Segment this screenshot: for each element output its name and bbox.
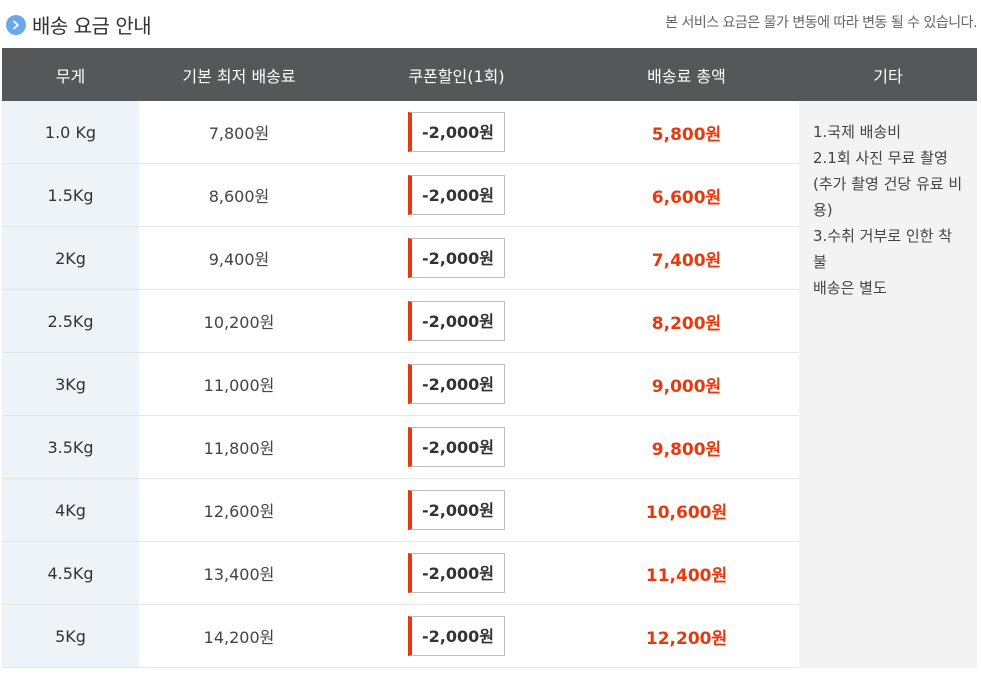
base-fee-cell: 7,800원 [139, 101, 339, 164]
column-header-total: 배송료 총액 [574, 48, 799, 101]
base-fee-cell: 9,400원 [139, 226, 339, 290]
weight-cell: 1.0 Kg [2, 101, 139, 164]
column-header-etc: 기타 [799, 48, 977, 101]
base-fee-cell: 8,600원 [139, 163, 339, 227]
title-group: 배송 요금 안내 [6, 10, 152, 39]
page-title: 배송 요금 안내 [32, 14, 152, 38]
base-fee-cell: 12,600원 [139, 478, 339, 542]
coupon-discount-badge: -2,000원 [408, 364, 505, 404]
section-header: 배송 요금 안내 본 서비스 요금은 물가 변동에 따라 변동 될 수 있습니다… [0, 0, 981, 48]
coupon-cell: -2,000원 [339, 604, 574, 668]
chevron-right-circle-icon [6, 14, 26, 35]
coupon-cell: -2,000원 [339, 352, 574, 416]
base-fee-cell: 13,400원 [139, 541, 339, 605]
etc-note-line: 2.1회 사진 무료 촬영 [813, 149, 948, 167]
weight-cell: 3Kg [2, 352, 139, 416]
weight-cell: 4Kg [2, 478, 139, 542]
table-row: 1.0 Kg 7,800원 -2,000원 5,800원 1.국제 배송비 2.… [2, 101, 977, 668]
weight-cell: 2Kg [2, 226, 139, 290]
weight-cell: 2.5Kg [2, 289, 139, 353]
etc-note-line: 용) [813, 201, 833, 219]
coupon-discount-badge: -2,000원 [408, 427, 505, 467]
etc-note-line: (추가 촬영 건당 유료 비 [813, 175, 963, 193]
coupon-cell: -2,000원 [339, 415, 574, 479]
column-header-coupon: 쿠폰할인(1회) [339, 48, 574, 101]
total-fee-cell: 9,000원 [574, 352, 799, 416]
coupon-cell: -2,000원 [339, 163, 574, 227]
coupon-cell: -2,000원 [339, 226, 574, 290]
shipping-fee-table: 무게 기본 최저 배송료 쿠폰할인(1회) 배송료 총액 기타 1.0 Kg 7… [2, 48, 977, 668]
column-header-base-fee: 기본 최저 배송료 [139, 48, 339, 101]
total-fee-cell: 8,200원 [574, 289, 799, 353]
etc-note-line: 3.수취 거부로 인한 착불 [813, 227, 953, 271]
coupon-discount-badge: -2,000원 [408, 616, 505, 656]
coupon-cell: -2,000원 [339, 289, 574, 353]
etc-note-line: 1.국제 배송비 [813, 123, 902, 141]
coupon-discount-badge: -2,000원 [408, 490, 505, 530]
total-fee-cell: 9,800원 [574, 415, 799, 479]
etc-notes-cell: 1.국제 배송비 2.1회 사진 무료 촬영 (추가 촬영 건당 유료 비 용)… [799, 101, 977, 668]
coupon-discount-badge: -2,000원 [408, 175, 505, 215]
weight-cell: 1.5Kg [2, 163, 139, 227]
base-fee-cell: 14,200원 [139, 604, 339, 668]
base-fee-cell: 11,800원 [139, 415, 339, 479]
coupon-discount-badge: -2,000원 [408, 553, 505, 593]
column-header-weight: 무게 [2, 48, 139, 101]
coupon-cell: -2,000원 [339, 101, 574, 164]
weight-cell: 4.5Kg [2, 541, 139, 605]
base-fee-cell: 10,200원 [139, 289, 339, 353]
table-header-row: 무게 기본 최저 배송료 쿠폰할인(1회) 배송료 총액 기타 [2, 48, 977, 101]
etc-note-line: 배송은 별도 [813, 279, 887, 297]
total-fee-cell: 10,600원 [574, 478, 799, 542]
base-fee-cell: 11,000원 [139, 352, 339, 416]
coupon-discount-badge: -2,000원 [408, 301, 505, 341]
coupon-discount-badge: -2,000원 [408, 112, 505, 152]
total-fee-cell: 7,400원 [574, 226, 799, 290]
total-fee-cell: 12,200원 [574, 604, 799, 668]
coupon-cell: -2,000원 [339, 541, 574, 605]
price-notice: 본 서비스 요금은 물가 변동에 따라 변동 될 수 있습니다. [665, 15, 977, 31]
coupon-discount-badge: -2,000원 [408, 238, 505, 278]
total-fee-cell: 11,400원 [574, 541, 799, 605]
total-fee-cell: 5,800원 [574, 101, 799, 164]
coupon-cell: -2,000원 [339, 478, 574, 542]
weight-cell: 5Kg [2, 604, 139, 668]
total-fee-cell: 6,600원 [574, 163, 799, 227]
weight-cell: 3.5Kg [2, 415, 139, 479]
